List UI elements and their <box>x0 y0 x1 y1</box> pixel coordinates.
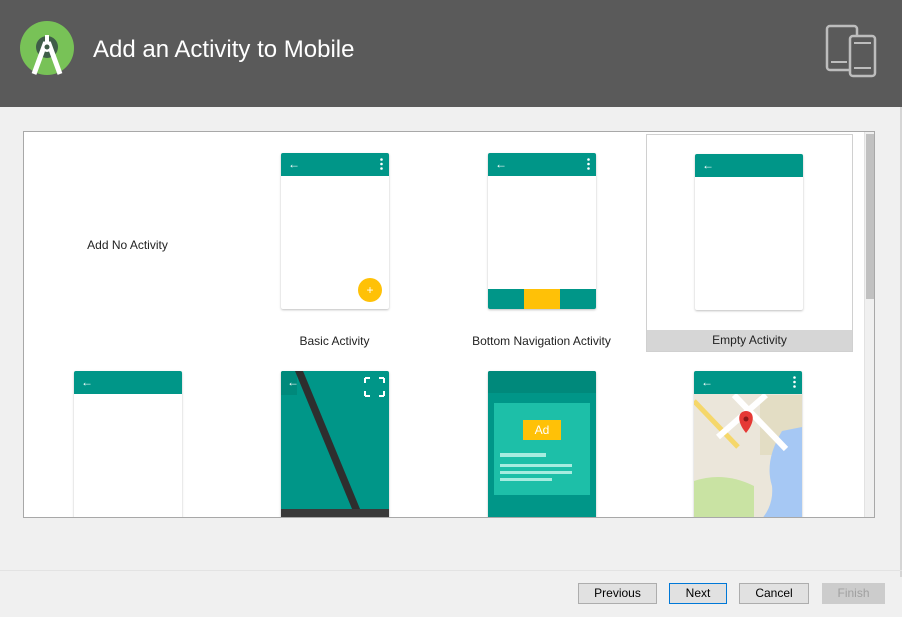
vertical-scrollbar[interactable] <box>864 132 874 517</box>
overflow-menu-icon <box>380 158 383 170</box>
arrow-back-icon: ← <box>288 157 300 171</box>
devices-icon <box>825 24 877 78</box>
ad-badge: Ad <box>523 420 561 440</box>
arrow-back-icon: ← <box>701 375 713 389</box>
tile-row2-3[interactable]: Ad <box>438 350 645 517</box>
wizard-header: Add an Activity to Mobile <box>0 0 902 107</box>
page-title: Add an Activity to Mobile <box>93 36 355 63</box>
arrow-back-icon: ← <box>495 157 507 171</box>
phone-preview: ← <box>695 154 803 310</box>
app-bar: ← <box>281 153 389 176</box>
tile-label-add-no-activity: Add No Activity <box>87 238 168 252</box>
arrow-back-icon: ← <box>287 375 299 389</box>
activity-gallery: Add No Activity ← + Basic Activity ← Bot… <box>23 131 875 518</box>
phone-preview: ← + <box>281 153 389 309</box>
tile-empty-activity[interactable]: ← Empty Activity <box>646 134 853 352</box>
previous-button[interactable]: Previous <box>578 583 657 604</box>
tile-add-no-activity[interactable]: Add No Activity <box>24 132 231 350</box>
finish-button: Finish <box>822 583 885 604</box>
ad-card: Ad <box>494 403 590 495</box>
tile-label-empty-activity: Empty Activity <box>712 333 787 347</box>
app-bar: ← <box>694 371 802 394</box>
phone-preview: Ad <box>488 371 596 517</box>
footer-separator <box>0 570 902 571</box>
next-button[interactable]: Next <box>669 583 727 604</box>
arrow-back-icon: ← <box>702 158 714 172</box>
tile-bottom-navigation-activity[interactable]: ← Bottom Navigation Activity <box>438 132 645 350</box>
android-studio-logo-icon <box>20 21 74 75</box>
overflow-menu-icon <box>793 376 796 388</box>
app-bar <box>488 371 596 393</box>
bottom-nav-selected-item <box>524 289 560 309</box>
bottom-nav-bar <box>488 289 596 309</box>
tile-row2-1[interactable]: ← <box>24 350 231 517</box>
tile-label-bottom-navigation-activity: Bottom Navigation Activity <box>472 334 611 348</box>
phone-preview: ← <box>74 371 182 517</box>
app-bar: ← <box>488 153 596 176</box>
app-bar: ← <box>74 371 182 394</box>
tile-row2-4[interactable]: ← <box>646 350 853 517</box>
cancel-button[interactable]: Cancel <box>739 583 809 604</box>
tile-label-basic-activity: Basic Activity <box>299 334 370 348</box>
tile-row2-2[interactable]: ← <box>231 350 438 517</box>
tile-basic-activity[interactable]: ← + Basic Activity <box>231 132 438 350</box>
phone-preview: ← <box>694 371 802 517</box>
arrow-back-icon: ← <box>81 375 93 389</box>
scrollbar-thumb[interactable] <box>866 134 874 299</box>
fab-plus-icon: + <box>358 278 382 302</box>
app-bar: ← <box>695 154 803 177</box>
phone-preview: ← <box>488 153 596 309</box>
phone-preview: ← <box>281 371 389 517</box>
overflow-menu-icon <box>587 158 590 170</box>
fullscreen-preview <box>281 371 389 517</box>
